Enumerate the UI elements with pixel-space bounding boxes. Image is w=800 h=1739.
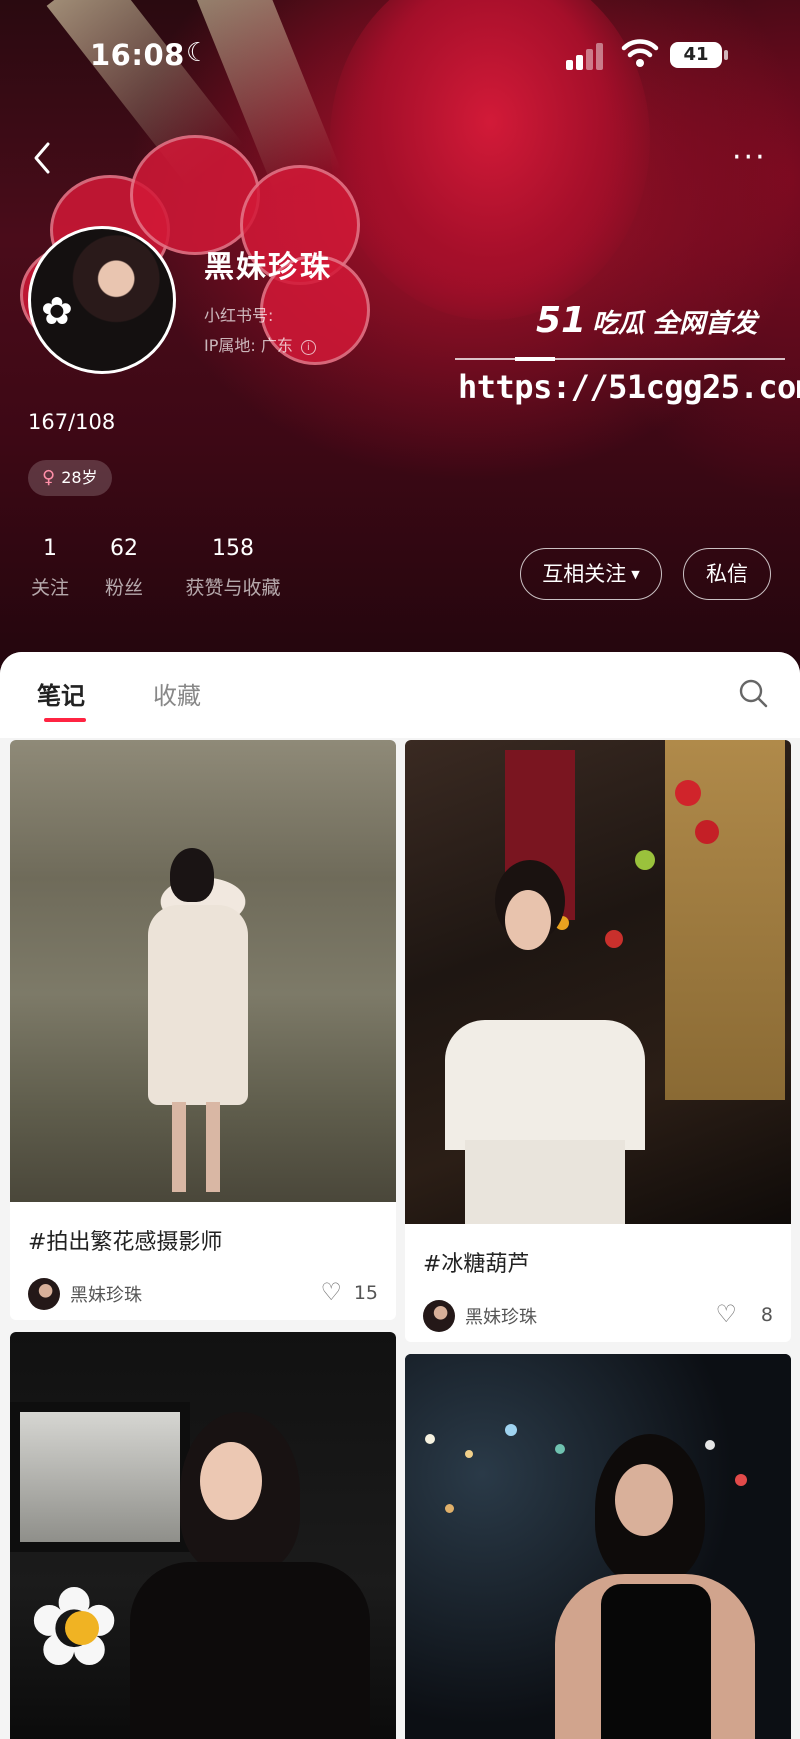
age-text: 28岁	[61, 468, 98, 487]
watermark-divider	[455, 357, 785, 361]
stat-likes-saves[interactable]: 158 获赞与收藏	[178, 536, 288, 600]
figure-face	[505, 890, 551, 950]
cellular-signal-icon	[566, 42, 606, 70]
wifi-icon	[621, 39, 659, 67]
figure-dress	[445, 1020, 645, 1150]
bokeh-light	[735, 1474, 747, 1486]
bokeh-light	[705, 1440, 715, 1450]
stat-label: 关注	[30, 577, 69, 599]
caret-down-icon: ▼	[631, 568, 640, 581]
mutual-follow-button[interactable]: 互相关注 ▼	[520, 548, 662, 600]
author-avatar	[423, 1300, 455, 1332]
bokeh-light	[465, 1450, 473, 1458]
watermark-text: 吃瓜 全网首发	[592, 309, 758, 339]
battery-indicator: 41	[670, 42, 728, 68]
stat-label: 获赞与收藏	[185, 577, 281, 599]
figure-leg	[172, 1102, 186, 1192]
active-tab-indicator	[44, 718, 86, 722]
figure-face	[200, 1442, 262, 1520]
note-card[interactable]: #拍出繁花感摄影师 黑妹珍珠 ♡ 15	[10, 740, 396, 1320]
follow-label: 互相关注	[542, 562, 627, 586]
daisy-center	[65, 1611, 99, 1645]
candied-fruit	[675, 780, 701, 806]
heart-icon[interactable]: ♡	[320, 1280, 342, 1304]
note-image: ✿	[10, 1332, 396, 1739]
bokeh-light	[425, 1434, 435, 1444]
profile-header: 16:08 ☾ 41 ··· ✿ 黑妹珍珠 小红书号: IP属地: 广东 i 51…	[0, 0, 800, 680]
note-title: #拍出繁花感摄影师	[28, 1230, 223, 1255]
figure-dress	[465, 1140, 625, 1224]
stat-label: 粉丝	[104, 577, 143, 599]
heart-icon[interactable]: ♡	[715, 1302, 737, 1326]
stat-value: 1	[43, 536, 57, 561]
car-window	[10, 1402, 190, 1552]
tab-bar: 笔记 收藏	[0, 652, 800, 738]
female-icon: ♀	[42, 467, 56, 488]
message-button[interactable]: 私信	[683, 548, 771, 600]
moon-icon: ☾	[186, 38, 210, 68]
figure-face	[615, 1464, 673, 1536]
candied-fruit	[605, 930, 623, 948]
stat-value: 158	[212, 536, 254, 561]
note-image	[405, 1354, 791, 1739]
bokeh-light	[505, 1424, 517, 1436]
note-card[interactable]: ✿	[10, 1332, 396, 1739]
stat-following[interactable]: 1 关注	[30, 536, 70, 600]
avatar[interactable]: ✿	[28, 226, 176, 374]
note-image	[405, 740, 791, 1224]
ip-location-text: IP属地: 广东	[204, 336, 293, 355]
content-sheet: 笔记 收藏 #拍出繁花感摄影师 黑妹珍珠 ♡ 15 #冰糖葫芦 黑妹珍珠 ♡ 8	[0, 652, 800, 1739]
note-title: #冰糖葫芦	[423, 1252, 530, 1277]
author-name: 黑妹珍珠	[465, 1307, 537, 1328]
candied-fruit	[695, 820, 719, 844]
note-meta: 黑妹珍珠 ♡ 8	[405, 1286, 791, 1342]
tab-notes[interactable]: 笔记	[37, 676, 85, 711]
age-tag: ♀ 28岁	[28, 460, 112, 496]
author-name: 黑妹珍珠	[70, 1285, 142, 1306]
watermark-brand: 51 吃瓜 全网首发	[536, 300, 757, 341]
info-icon[interactable]: i	[300, 340, 316, 355]
stat-value: 62	[110, 536, 138, 561]
bokeh-light	[555, 1444, 565, 1454]
status-bar: 16:08 ☾ 41	[0, 30, 800, 90]
bokeh-light	[445, 1504, 454, 1513]
tab-collections[interactable]: 收藏	[153, 676, 201, 711]
figure-head	[170, 848, 214, 902]
back-arrow-icon[interactable]	[28, 138, 58, 178]
more-options-icon[interactable]: ···	[732, 140, 767, 175]
search-icon[interactable]	[738, 678, 768, 708]
figure-dress	[148, 905, 248, 1105]
note-meta: 黑妹珍珠 ♡ 15	[10, 1264, 396, 1320]
figure-leg	[206, 1102, 220, 1192]
watermark-number: 51	[536, 300, 587, 341]
daisy-icon: ✿	[41, 289, 73, 333]
like-count: 8	[760, 1304, 773, 1326]
figure-dress	[601, 1584, 711, 1739]
figure-dress	[130, 1562, 370, 1739]
note-image	[10, 740, 396, 1202]
profile-bio: 167/108	[28, 410, 116, 434]
note-card[interactable]	[405, 1354, 791, 1739]
watermark-url: https://51cgg25.com	[458, 368, 800, 406]
profile-name: 黑妹珍珠	[204, 250, 332, 285]
redbook-id: 小红书号:	[204, 306, 274, 325]
like-count: 15	[353, 1282, 378, 1304]
candied-fruit	[635, 850, 655, 870]
ip-location: IP属地: 广东 i	[204, 332, 316, 356]
stat-followers[interactable]: 62 粉丝	[104, 536, 144, 600]
author-avatar	[28, 1278, 60, 1310]
note-card[interactable]: #冰糖葫芦 黑妹珍珠 ♡ 8	[405, 740, 791, 1342]
clock: 16:08	[90, 38, 185, 72]
